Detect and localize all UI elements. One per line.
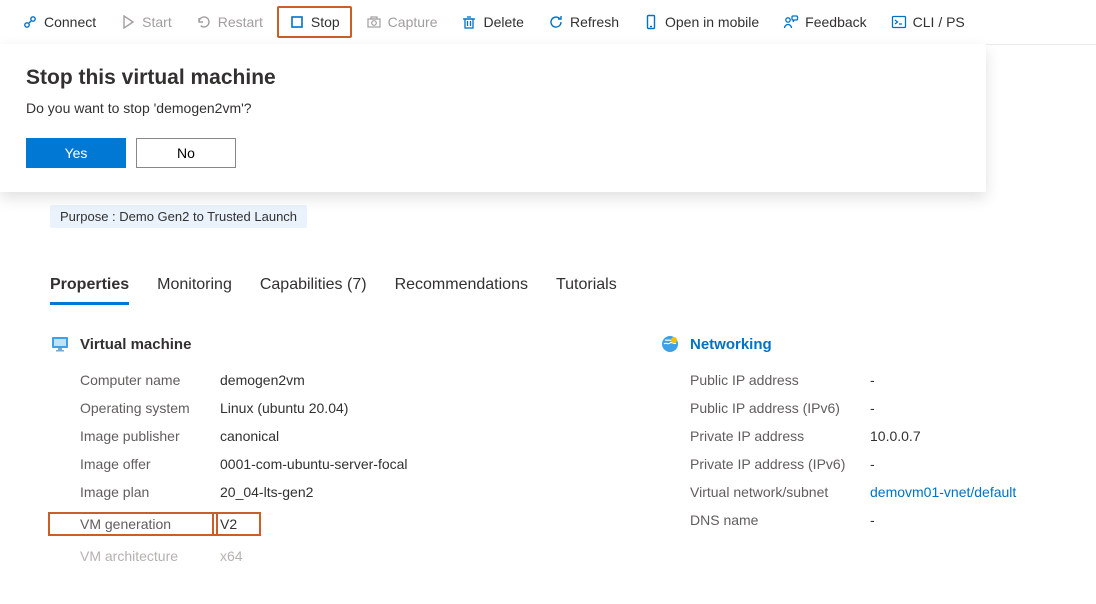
row-value: 10.0.0.7 [870,428,921,444]
row-value: - [870,512,875,528]
table-row: Public IP address- [660,366,1096,394]
connect-label: Connect [44,14,96,30]
tab-properties[interactable]: Properties [50,268,129,305]
row-value: - [870,400,875,416]
networking-heading: Networking [660,334,1096,354]
table-row: Computer namedemogen2vm [50,366,570,394]
stop-dialog: Stop this virtual machine Do you want to… [0,44,986,192]
row-label: Virtual network/subnet [660,484,870,500]
open-mobile-button[interactable]: Open in mobile [633,8,769,36]
row-value: canonical [220,428,279,444]
row-value: demogen2vm [220,372,305,388]
globe-icon [660,334,680,354]
row-label: Private IP address (IPv6) [660,456,870,472]
row-label: Private IP address [660,428,870,444]
cli-icon [891,14,907,30]
table-row: Operating systemLinux (ubuntu 20.04) [50,394,570,422]
row-value: - [870,456,875,472]
open-mobile-label: Open in mobile [665,14,759,30]
row-label: Computer name [50,372,220,388]
tab-monitoring[interactable]: Monitoring [157,268,232,305]
restart-button[interactable]: Restart [186,8,273,36]
refresh-icon [548,14,564,30]
capture-label: Capture [388,14,438,30]
delete-label: Delete [483,14,523,30]
dialog-title: Stop this virtual machine [26,66,960,90]
vm-icon [50,334,70,354]
stop-button[interactable]: Stop [277,6,352,38]
row-label: Operating system [50,400,220,416]
table-row: Image offer0001-com-ubuntu-server-focal [50,450,570,478]
row-label: Image offer [50,456,220,472]
person-feedback-icon [783,14,799,30]
connect-button[interactable]: Connect [12,8,106,36]
play-icon [120,14,136,30]
row-label: Image publisher [50,428,220,444]
feedback-button[interactable]: Feedback [773,8,876,36]
tab-capabilities[interactable]: Capabilities (7) [260,268,367,305]
row-label: VM generation [48,512,218,536]
table-row-vm-generation: VM generationV2 [50,506,570,542]
row-value: 20_04-lts-gen2 [220,484,313,500]
cli-ps-button[interactable]: CLI / PS [881,8,975,36]
tag-row: Purpose : Demo Gen2 to Trusted Launch [50,205,1070,228]
table-row: Image publishercanonical [50,422,570,450]
table-row: Public IP address (IPv6)- [660,394,1096,422]
restart-label: Restart [218,14,263,30]
no-button[interactable]: No [136,138,236,168]
capture-button[interactable]: Capture [356,8,448,36]
vm-column: Virtual machine Computer namedemogen2vm … [50,334,570,570]
dialog-message: Do you want to stop 'demogen2vm'? [26,100,960,116]
dialog-actions: Yes No [26,138,960,168]
row-value: x64 [220,548,243,564]
cli-ps-label: CLI / PS [913,14,965,30]
trash-icon [461,14,477,30]
stop-label: Stop [311,14,340,30]
tab-recommendations[interactable]: Recommendations [395,268,528,305]
stop-icon [289,14,305,30]
networking-column: Networking Public IP address- Public IP … [660,334,1096,570]
row-label: Public IP address [660,372,870,388]
yes-button[interactable]: Yes [26,138,126,168]
networking-heading-label: Networking [690,336,772,353]
row-label: VM architecture [50,548,220,564]
table-row: Private IP address (IPv6)- [660,450,1096,478]
table-row: DNS name- [660,506,1096,534]
row-value: V2 [212,512,261,536]
row-value: Linux (ubuntu 20.04) [220,400,348,416]
restart-icon [196,14,212,30]
vm-heading: Virtual machine [50,334,570,354]
start-label: Start [142,14,172,30]
connect-icon [22,14,38,30]
feedback-label: Feedback [805,14,866,30]
properties-columns: Virtual machine Computer namedemogen2vm … [50,334,1070,570]
row-label: Public IP address (IPv6) [660,400,870,416]
refresh-button[interactable]: Refresh [538,8,629,36]
purpose-tag[interactable]: Purpose : Demo Gen2 to Trusted Launch [50,205,307,228]
capture-icon [366,14,382,30]
row-label: DNS name [660,512,870,528]
vm-heading-label: Virtual machine [80,336,191,353]
row-value: 0001-com-ubuntu-server-focal [220,456,408,472]
tab-tutorials[interactable]: Tutorials [556,268,617,305]
start-button[interactable]: Start [110,8,182,36]
mobile-icon [643,14,659,30]
table-row: Image plan20_04-lts-gen2 [50,478,570,506]
table-row: Virtual network/subnetdemovm01-vnet/defa… [660,478,1096,506]
tabs: Properties Monitoring Capabilities (7) R… [50,268,1070,306]
refresh-label: Refresh [570,14,619,30]
row-label: Image plan [50,484,220,500]
toolbar: Connect Start Restart Stop Capture Delet… [0,0,1096,45]
delete-button[interactable]: Delete [451,8,533,36]
row-value-link[interactable]: demovm01-vnet/default [870,484,1016,500]
table-row: Private IP address10.0.0.7 [660,422,1096,450]
table-row: VM architecturex64 [50,542,570,570]
row-value: - [870,372,875,388]
